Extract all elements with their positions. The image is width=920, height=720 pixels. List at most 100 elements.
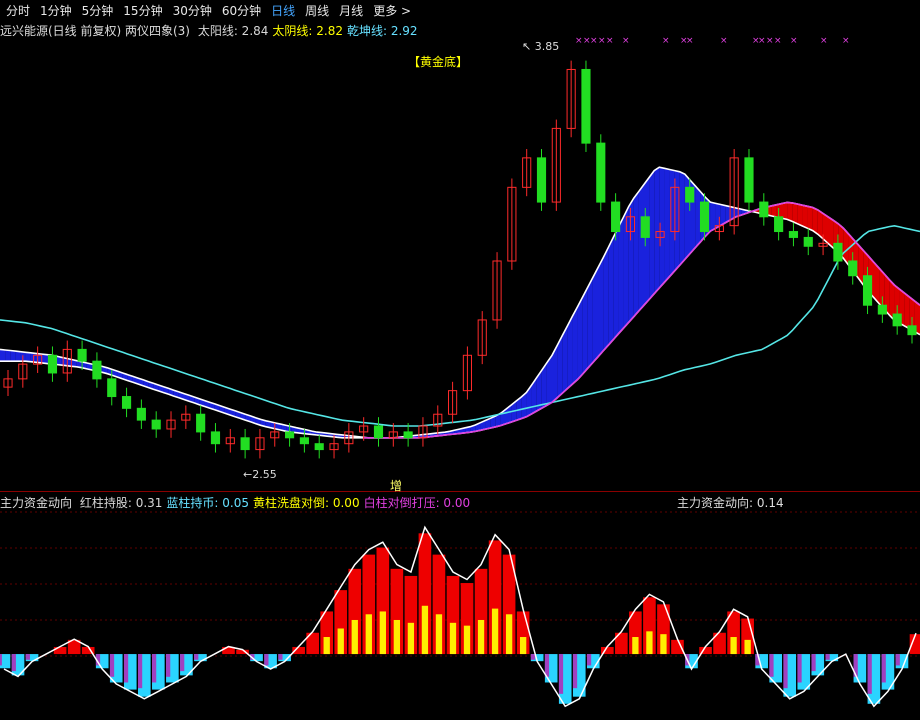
candle-body [284,431,295,439]
candle-body [314,443,324,451]
candle-body [299,437,309,445]
candle-body [47,354,58,374]
ribbon-segment [879,268,885,310]
purple-press-bar [137,654,143,689]
ribbon-segment [904,293,910,329]
candle-body [862,275,873,306]
ribbon-segment [776,203,782,219]
purple-press-bar [881,654,886,683]
ribbon-segment [598,257,604,357]
purple-press-bar [152,654,157,683]
ribbon-segment [608,237,614,346]
signal-x-marker: × [606,36,614,46]
candle-body [907,325,917,336]
ribbon-segment [802,205,808,229]
signal-x-marker: × [820,36,828,46]
purple-press-bar [123,654,129,683]
moon-line [0,201,920,439]
ribbon-segment [582,287,588,374]
ribbon-segment [25,352,31,362]
ribbon-segment [5,349,11,362]
signal-x-marker: × [686,36,694,46]
purple-press-bar [867,654,872,694]
qiankun-line [0,224,920,427]
candle-body [77,348,87,362]
purple-press-bar [166,654,171,677]
purple-press-bar [25,654,30,660]
ribbon-segment [613,227,619,340]
purple-press-bar [783,654,788,689]
signal-x-marker: × [790,36,798,46]
purple-press-bar [895,654,900,666]
candle-body [685,186,695,203]
yellow-wash-bar [393,619,401,655]
candle-body [196,413,206,433]
yellow-wash-bar [379,611,386,655]
candle-body [744,157,754,203]
ribbon-segment [562,326,568,394]
ribbon-segment [603,247,609,352]
candle-body [210,431,221,445]
purple-press-bar [278,654,283,660]
signal-x-marker: × [842,36,850,46]
candle-body [788,231,799,238]
purple-press-bar [530,654,536,660]
candle-body [877,304,887,315]
candle-body [373,425,384,439]
signal-x-marker: × [766,36,774,46]
yellow-wash-bar [323,637,330,655]
purple-press-bar [769,654,774,677]
candle-body [151,419,161,430]
ribbon-segment [638,184,644,311]
ribbon-segment [792,202,798,224]
candle-body [699,201,710,233]
yellow-wash-bar [435,614,443,655]
purple-press-bar [825,654,830,660]
candle-body [611,201,621,233]
yellow-wash-bar [407,622,415,655]
yellow-wash-bar [463,625,471,655]
ribbon-segment [618,216,624,334]
signal-x-marker: × [774,36,782,46]
signal-x-marker: × [575,36,583,46]
ribbon-segment [807,206,813,231]
gold-bottom-label: 【黄金底】 [408,54,468,69]
purple-press-bar [264,654,269,666]
ribbon-segment [787,202,793,222]
ribbon-segment [664,168,670,283]
candle-body [92,360,102,380]
purple-press-bar [572,654,578,689]
purple-press-bar [797,654,802,683]
yellow-wash-bar [519,637,527,655]
ribbon-segment [572,306,578,385]
ribbon-segment [567,316,573,389]
candle-body [640,216,650,238]
chart-canvas: ↖ 3.85←2.55【黄金底】增× × × × × × × ×× × ×× × × × × × [0,36,920,708]
candle-body [759,201,769,218]
candle-body [136,407,146,421]
increase-label: 增 [390,479,402,493]
red-hold-bar [53,646,67,655]
yellow-wash-bar [449,622,457,655]
yellow-wash-bar [730,637,737,655]
yellow-wash-bar [477,619,485,655]
yellow-wash-bar [351,619,358,655]
ribbon-segment [587,277,593,369]
max-price-label: ↖ 3.85 [522,40,559,53]
ribbon-segment [874,262,880,304]
yellow-wash-bar [744,639,751,655]
candle-body [403,431,413,439]
yellow-wash-bar [505,614,513,655]
min-price-label: ←2.55 [243,468,277,481]
purple-press-bar [558,654,564,694]
ribbon-segment [797,204,803,226]
candle-body [121,396,132,409]
signal-x-marker: × [590,36,598,46]
ribbon-segment [771,204,777,218]
candle-body [833,242,843,262]
ribbon-segment [654,167,660,294]
candle-body [536,157,547,203]
candle-body [596,142,606,203]
purple-press-bar [0,654,2,666]
ribbon-segment [649,170,655,300]
